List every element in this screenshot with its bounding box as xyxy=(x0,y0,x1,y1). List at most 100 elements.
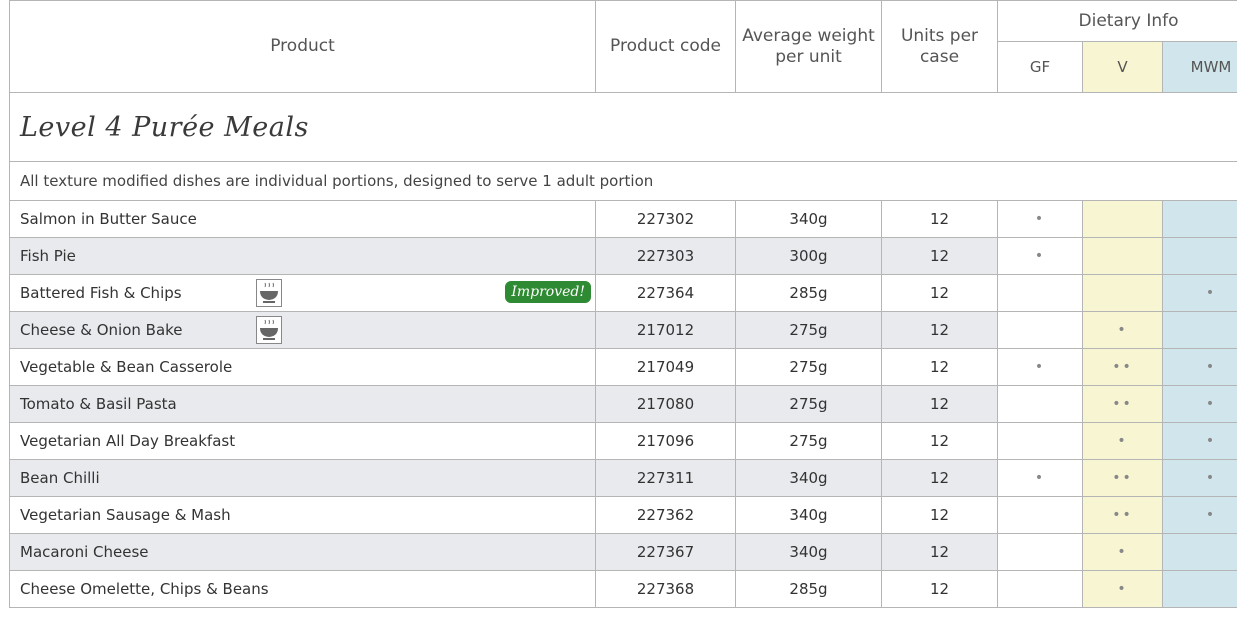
product-name-cell: Macaroni Cheese xyxy=(9,533,596,571)
v-mark: •• xyxy=(1082,459,1163,497)
gf-mark: • xyxy=(997,200,1083,238)
product-code: 217096 xyxy=(595,422,736,460)
units-per-case: 12 xyxy=(881,422,998,460)
product-code: 217012 xyxy=(595,311,736,349)
mwm-mark xyxy=(1161,311,1237,349)
units-per-case: 12 xyxy=(881,385,998,423)
gf-mark xyxy=(997,533,1083,571)
product-name: Vegetable & Bean Casserole xyxy=(20,358,233,376)
product-name: Bean Chilli xyxy=(20,469,100,487)
product-table: Product Product code Average weight per … xyxy=(8,0,1237,608)
units-per-case: 12 xyxy=(881,570,998,608)
table-row: Tomato & Basil Pasta 217080 275g 12 •• • xyxy=(9,385,1237,423)
mwm-mark: • xyxy=(1161,459,1237,497)
mwm-mark xyxy=(1161,533,1237,571)
gf-mark xyxy=(997,570,1083,608)
product-code: 227302 xyxy=(595,200,736,238)
v-mark: •• xyxy=(1082,496,1163,534)
gf-mark: • xyxy=(997,459,1083,497)
col-header-average-weight: Average weight per unit xyxy=(735,0,882,93)
col-header-product-code: Product code xyxy=(595,0,736,93)
v-mark xyxy=(1082,200,1163,238)
product-name-cell: Cheese & Onion Bake xyxy=(9,311,596,349)
v-mark: • xyxy=(1082,422,1163,460)
units-per-case: 12 xyxy=(881,459,998,497)
table-row: Vegetarian Sausage & Mash 227362 340g 12 •• • xyxy=(9,496,1237,534)
product-name: Fish Pie xyxy=(20,247,76,265)
average-weight: 300g xyxy=(735,237,882,275)
v-mark: • xyxy=(1082,533,1163,571)
hot-bowl-icon xyxy=(256,279,282,307)
average-weight: 275g xyxy=(735,348,882,386)
table-row: Vegetable & Bean Casserole 217049 275g 12 • •… xyxy=(9,348,1237,386)
product-name: Macaroni Cheese xyxy=(20,543,149,561)
col-header-mwm: MWM xyxy=(1161,41,1237,93)
v-mark: • xyxy=(1082,570,1163,608)
mwm-mark: • xyxy=(1161,496,1237,534)
improved-badge: Improved! xyxy=(505,281,591,303)
table-row: Cheese Omelette, Chips & Beans 227368 285g… xyxy=(9,570,1237,608)
average-weight: 340g xyxy=(735,459,882,497)
hot-bowl-icon xyxy=(256,316,282,344)
table-row: Salmon in Butter Sauce 227302 340g 12 • xyxy=(9,200,1237,238)
section-title: Level 4 Purée Meals xyxy=(8,92,1237,162)
v-mark: •• xyxy=(1082,348,1163,386)
units-per-case: 12 xyxy=(881,348,998,386)
col-header-v: V xyxy=(1082,41,1163,93)
average-weight: 275g xyxy=(735,311,882,349)
product-name-cell: Battered Fish & Chips Improved! xyxy=(9,274,596,312)
section-note: All texture modified dishes are individu… xyxy=(8,161,1237,201)
gf-mark: • xyxy=(997,348,1083,386)
product-name-cell: Salmon in Butter Sauce xyxy=(9,200,596,238)
average-weight: 285g xyxy=(735,274,882,312)
units-per-case: 12 xyxy=(881,274,998,312)
product-code: 227311 xyxy=(595,459,736,497)
col-header-product: Product xyxy=(9,0,596,93)
table-row: Bean Chilli 227311 340g 12 • •• • xyxy=(9,459,1237,497)
gf-mark xyxy=(997,422,1083,460)
col-header-units-per-case: Units per case xyxy=(881,0,998,93)
product-code: 227303 xyxy=(595,237,736,275)
average-weight: 340g xyxy=(735,200,882,238)
units-per-case: 12 xyxy=(881,200,998,238)
v-mark: •• xyxy=(1082,385,1163,423)
gf-mark xyxy=(997,274,1083,312)
product-name: Vegetarian All Day Breakfast xyxy=(20,432,236,450)
product-name-cell: Vegetable & Bean Casserole xyxy=(9,348,596,386)
product-name: Salmon in Butter Sauce xyxy=(20,210,197,228)
col-header-gf: GF xyxy=(997,41,1083,93)
product-name: Cheese Omelette, Chips & Beans xyxy=(20,580,269,598)
units-per-case: 12 xyxy=(881,237,998,275)
units-per-case: 12 xyxy=(881,311,998,349)
gf-mark xyxy=(997,311,1083,349)
table-row: Vegetarian All Day Breakfast 217096 275g 12… xyxy=(9,422,1237,460)
table-row: Fish Pie 227303 300g 12 • xyxy=(9,237,1237,275)
gf-mark xyxy=(997,496,1083,534)
mwm-mark: • xyxy=(1161,348,1237,386)
product-name-cell: Tomato & Basil Pasta xyxy=(9,385,596,423)
v-mark: • xyxy=(1082,311,1163,349)
table-row: Cheese & Onion Bake 217012 275g 12 • xyxy=(9,311,1237,349)
average-weight: 340g xyxy=(735,496,882,534)
mwm-mark: • xyxy=(1161,422,1237,460)
product-code: 227367 xyxy=(595,533,736,571)
mwm-mark: • xyxy=(1161,385,1237,423)
table-row: Macaroni Cheese 227367 340g 12 • xyxy=(9,533,1237,571)
table-row: Battered Fish & Chips Improved! 227364 285g… xyxy=(9,274,1237,312)
average-weight: 275g xyxy=(735,385,882,423)
mwm-mark xyxy=(1161,237,1237,275)
col-header-dietary-info: Dietary Info xyxy=(996,0,1237,42)
product-code: 227362 xyxy=(595,496,736,534)
units-per-case: 12 xyxy=(881,533,998,571)
product-name-cell: Cheese Omelette, Chips & Beans xyxy=(9,570,596,608)
product-code: 217080 xyxy=(595,385,736,423)
product-name: Battered Fish & Chips xyxy=(20,284,182,302)
product-name-cell: Vegetarian All Day Breakfast xyxy=(9,422,596,460)
gf-mark: • xyxy=(997,237,1083,275)
v-mark xyxy=(1082,274,1163,312)
mwm-mark xyxy=(1161,570,1237,608)
product-name: Vegetarian Sausage & Mash xyxy=(20,506,231,524)
product-code: 217049 xyxy=(595,348,736,386)
average-weight: 275g xyxy=(735,422,882,460)
product-code: 227368 xyxy=(595,570,736,608)
